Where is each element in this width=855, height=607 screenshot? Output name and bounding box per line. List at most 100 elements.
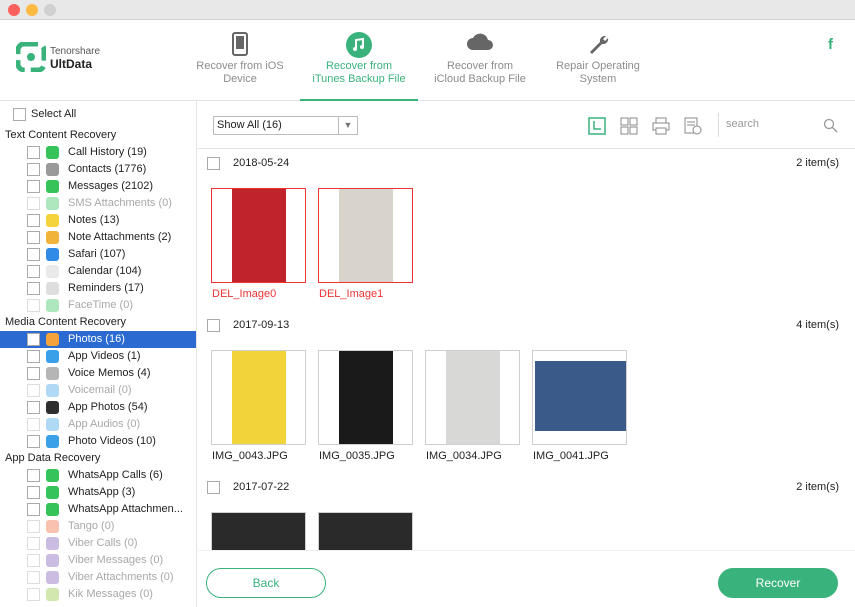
sidebar-item[interactable]: SMS Attachments (0) [0, 195, 196, 212]
photo-thumbnail[interactable] [211, 350, 306, 445]
notes-icon [46, 214, 59, 227]
sidebar-item[interactable]: Photo Videos (10) [0, 433, 196, 450]
zoom-window-button[interactable] [44, 4, 56, 16]
photo-thumbnail[interactable] [318, 188, 413, 283]
wrench-icon [590, 35, 609, 54]
item-checkbox[interactable] [27, 554, 40, 567]
paperclip-icon [46, 571, 59, 584]
sidebar-item[interactable]: Tango (0) [0, 518, 196, 535]
group-checkbox[interactable] [207, 157, 220, 170]
item-checkbox[interactable] [27, 571, 40, 584]
minimize-window-button[interactable] [26, 4, 38, 16]
sidebar-item[interactable]: Calendar (104) [0, 263, 196, 280]
item-checkbox[interactable] [27, 299, 40, 312]
sidebar-item[interactable]: Voice Memos (4) [0, 365, 196, 382]
close-window-button[interactable] [8, 4, 20, 16]
tab-recover-ios-device[interactable]: Recover from iOS Device [190, 20, 290, 101]
facebook-icon[interactable]: f [828, 36, 833, 53]
group-checkbox[interactable] [207, 319, 220, 332]
search-input[interactable]: search [726, 118, 786, 130]
item-checkbox[interactable] [27, 588, 40, 601]
compass-icon [46, 248, 59, 261]
sidebar-item-label: Safari (107) [68, 248, 126, 260]
message-icon [46, 180, 59, 193]
sidebar-item[interactable]: Kik Messages (0) [0, 586, 196, 603]
item-checkbox[interactable] [27, 418, 40, 431]
item-checkbox[interactable] [27, 520, 40, 533]
item-checkbox[interactable] [27, 214, 40, 227]
item-checkbox[interactable] [27, 486, 40, 499]
photo-image [339, 351, 393, 444]
sidebar-item[interactable]: Viber Calls (0) [0, 535, 196, 552]
item-checkbox[interactable] [27, 333, 40, 346]
photo-thumbnail[interactable] [211, 188, 306, 283]
select-all-label: Select All [31, 108, 77, 120]
item-checkbox[interactable] [27, 248, 40, 261]
sidebar-item[interactable]: Call History (19) [0, 144, 196, 161]
item-checkbox[interactable] [27, 350, 40, 363]
sidebar-item-label: Kik Messages (0) [68, 588, 153, 600]
photo-image [535, 361, 626, 431]
photo-thumbnail[interactable] [532, 350, 627, 445]
sidebar-item[interactable]: Messages (2102) [0, 178, 196, 195]
item-checkbox[interactable] [27, 146, 40, 159]
photo-thumbnail[interactable] [425, 350, 520, 445]
sidebar-item[interactable]: App Audios (0) [0, 416, 196, 433]
timeline-view-icon[interactable] [588, 117, 606, 135]
item-checkbox[interactable] [27, 401, 40, 414]
item-checkbox[interactable] [27, 367, 40, 380]
print-icon[interactable] [652, 117, 670, 135]
sidebar-item[interactable]: Reminders (17) [0, 280, 196, 297]
sidebar-item[interactable]: Photos (16) [0, 331, 196, 348]
photo-filename: IMG_0043.JPG [212, 450, 288, 462]
sidebar-item[interactable]: Viber Attachments (0) [0, 569, 196, 586]
sidebar-item[interactable]: WhatsApp (3) [0, 484, 196, 501]
item-checkbox[interactable] [27, 163, 40, 176]
sidebar-item[interactable]: WhatsApp Attachmen... [0, 501, 196, 518]
photo-image [232, 189, 286, 282]
sidebar-item[interactable]: Contacts (1776) [0, 161, 196, 178]
select-all[interactable]: Select All [13, 107, 76, 121]
item-checkbox[interactable] [27, 503, 40, 516]
sidebar-item[interactable]: App Photos (54) [0, 399, 196, 416]
tab-repair-operating-system[interactable]: Repair Operating System [545, 20, 651, 101]
sidebar-item[interactable]: FaceTime (0) [0, 297, 196, 314]
sidebar-item-label: Messages (2102) [68, 180, 153, 192]
photo-thumbnail[interactable] [211, 512, 306, 550]
content-toolbar: Show All (16) ▼ search [198, 101, 855, 149]
item-checkbox[interactable] [27, 469, 40, 482]
search-icon[interactable] [823, 118, 838, 133]
export-settings-icon[interactable] [684, 117, 702, 135]
item-checkbox[interactable] [27, 384, 40, 397]
item-checkbox[interactable] [27, 197, 40, 210]
select-all-checkbox[interactable] [13, 107, 26, 121]
group-date: 2017-07-22 [233, 481, 290, 493]
music-icon [46, 418, 59, 431]
tab-label: Repair Operating System [556, 60, 640, 85]
sidebar-item-label: SMS Attachments (0) [68, 197, 172, 209]
photo-thumbnail[interactable] [318, 512, 413, 550]
item-checkbox[interactable] [27, 537, 40, 550]
item-checkbox[interactable] [27, 435, 40, 448]
item-checkbox[interactable] [27, 265, 40, 278]
back-button[interactable]: Back [206, 568, 326, 598]
sidebar-item[interactable]: App Videos (1) [0, 348, 196, 365]
tab-recover-itunes-backup[interactable]: Recover from iTunes Backup File [300, 20, 418, 101]
tab-recover-icloud-backup[interactable]: Recover from iCloud Backup File [425, 20, 535, 101]
sidebar-item[interactable]: Voicemail (0) [0, 382, 196, 399]
photo-filename: DEL_Image1 [319, 288, 384, 300]
sidebar-item-label: FaceTime (0) [68, 299, 133, 311]
filter-dropdown[interactable]: Show All (16) ▼ [213, 116, 358, 135]
sidebar-item[interactable]: Safari (107) [0, 246, 196, 263]
grid-view-icon[interactable] [620, 117, 638, 135]
item-checkbox[interactable] [27, 231, 40, 244]
sidebar-item[interactable]: Notes (13) [0, 212, 196, 229]
sidebar-item[interactable]: Note Attachments (2) [0, 229, 196, 246]
sidebar-item[interactable]: Viber Messages (0) [0, 552, 196, 569]
item-checkbox[interactable] [27, 282, 40, 295]
group-checkbox[interactable] [207, 481, 220, 494]
recover-button[interactable]: Recover [718, 568, 838, 598]
item-checkbox[interactable] [27, 180, 40, 193]
sidebar-item[interactable]: WhatsApp Calls (6) [0, 467, 196, 484]
photo-thumbnail[interactable] [318, 350, 413, 445]
